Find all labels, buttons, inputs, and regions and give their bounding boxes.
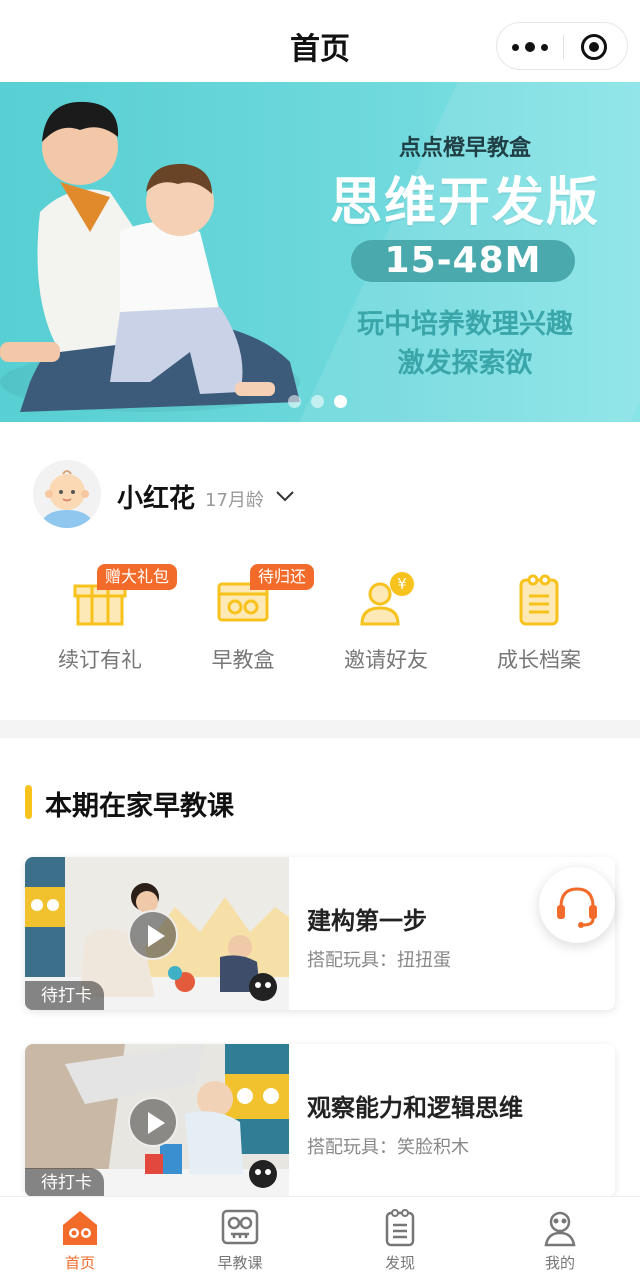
invite-friend-icon: ¥ — [360, 572, 414, 626]
return-tag: 待归还 — [250, 564, 315, 590]
tab-label: 首页 — [64, 1254, 95, 1272]
avatar[interactable] — [33, 460, 101, 528]
promo-banner[interactable]: 点点橙早教盒 思维开发版 15-48M 玩中培养数理兴趣 激发探索欲 — [0, 82, 640, 422]
action-label: 早教盒 — [211, 648, 275, 672]
checkin-status-badge: 待打卡 — [25, 981, 104, 1010]
child-age: 17月龄 — [205, 490, 264, 511]
title-bar: 首页 — [0, 0, 640, 82]
banner-dot[interactable] — [311, 395, 324, 408]
play-icon[interactable] — [128, 1097, 178, 1147]
customer-service-button[interactable] — [539, 867, 615, 943]
course-toy: 搭配玩具：扭扭蛋 — [307, 950, 451, 971]
baby-avatar-icon — [33, 460, 101, 528]
course-card[interactable]: 待打卡 建构第一步 搭配玩具：扭扭蛋 — [25, 857, 615, 1010]
course-card[interactable]: 待打卡 观察能力和逻辑思维 搭配玩具：笑脸积木 — [25, 1044, 615, 1197]
course-icon — [221, 1209, 259, 1245]
action-edu-box[interactable]: 待归还 早教盒 — [168, 564, 318, 674]
gift-tag: 赠大礼包 — [97, 564, 178, 590]
tab-courses[interactable]: 早教课 — [160, 1197, 320, 1286]
action-label: 续订有礼 — [58, 648, 142, 672]
banner-line-1: 玩中培养数理兴趣 — [357, 309, 573, 340]
banner-dot-active[interactable] — [334, 395, 347, 408]
section-accent-bar — [25, 785, 32, 819]
chevron-down-icon[interactable] — [275, 486, 295, 506]
tab-home[interactable]: 首页 — [0, 1197, 160, 1286]
child-name[interactable]: 小红花 — [117, 478, 195, 515]
tab-discover[interactable]: 发现 — [320, 1197, 480, 1286]
close-miniprogram-icon[interactable] — [581, 34, 607, 60]
banner-pagination — [288, 395, 347, 409]
banner-brand: 点点橙早教盒 — [398, 136, 531, 161]
mother-and-child-photo — [0, 101, 300, 412]
tab-label: 我的 — [544, 1254, 575, 1272]
action-label: 邀请好友 — [344, 648, 428, 672]
action-growth-record[interactable]: 成长档案 — [464, 564, 614, 674]
action-invite-friend[interactable]: ¥ 邀请好友 — [311, 564, 461, 674]
banner-headline: 思维开发版 — [329, 173, 600, 233]
svg-text:¥: ¥ — [397, 575, 407, 593]
action-label: 成长档案 — [497, 648, 581, 672]
course-thumbnail: 待打卡 — [25, 857, 289, 1010]
profile-icon — [544, 1211, 576, 1247]
play-icon[interactable] — [128, 910, 178, 960]
home-icon — [63, 1211, 97, 1245]
section-title: 本期在家早教课 — [45, 791, 234, 822]
more-icon[interactable] — [497, 23, 563, 71]
checkin-status-badge: 待打卡 — [25, 1168, 104, 1197]
growth-record-icon — [519, 574, 559, 626]
tab-profile[interactable]: 我的 — [480, 1197, 640, 1286]
section-divider — [0, 720, 640, 738]
miniprogram-capsule — [496, 22, 628, 70]
action-renew-gift[interactable]: 赠大礼包 续订有礼 — [25, 564, 178, 674]
headset-icon — [557, 887, 597, 928]
course-toy: 搭配玩具：笑脸积木 — [307, 1137, 469, 1158]
course-thumbnail: 待打卡 — [25, 1044, 289, 1197]
banner-line-2: 激发探索欲 — [397, 348, 533, 379]
discover-icon — [385, 1209, 415, 1247]
tab-label: 发现 — [384, 1254, 415, 1272]
capsule-divider — [563, 35, 564, 59]
tab-label: 早教课 — [217, 1254, 263, 1272]
course-title: 观察能力和逻辑思维 — [307, 1094, 523, 1122]
bottom-tab-bar: 首页 早教课 发现 我的 — [0, 1196, 640, 1286]
banner-dot[interactable] — [288, 395, 301, 408]
banner-age-range: 15-48M — [351, 240, 575, 282]
course-title: 建构第一步 — [307, 907, 427, 935]
